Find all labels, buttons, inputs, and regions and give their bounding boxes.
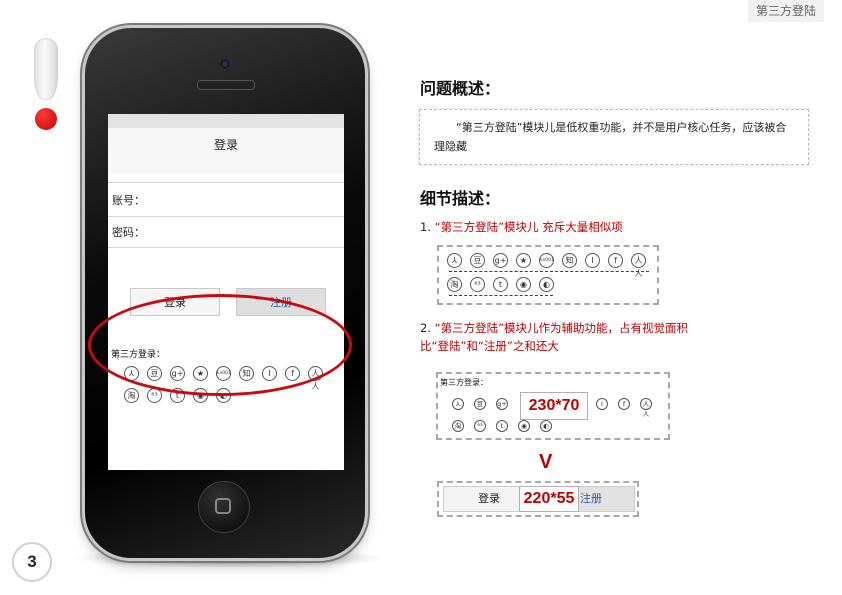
renren-icon[interactable]: 人人	[631, 253, 646, 278]
item-2-text-2: 比“登陆”和“注册”之和还大	[420, 339, 559, 353]
detail-item-1: 1. “第三方登陆”模块儿 充斥大量相似项	[420, 218, 623, 236]
phone-screen: 登录 账号： 密码： 登录 注册 第三方登录： ⅄ 豆 g+ ★ kx001 知 If 人人淘…	[108, 114, 344, 470]
password-field[interactable]: 密码：	[108, 216, 344, 248]
zhihu-icon[interactable]: 知	[562, 253, 577, 268]
tumblr-icon[interactable]: t	[493, 277, 508, 292]
facebook-icon[interactable]: f	[608, 253, 623, 268]
page-number: 3	[12, 542, 52, 582]
screen-title: 登录	[108, 114, 344, 174]
renren-icon[interactable]: 人人	[640, 398, 652, 418]
netease-icon[interactable]: ⁶³	[470, 277, 485, 292]
dimension-230x70: 230*70	[520, 392, 588, 420]
tumblr-icon[interactable]: t	[496, 420, 508, 432]
facebook-icon[interactable]: f	[618, 398, 630, 410]
detail-item-2: 2. “第三方登陆”模块儿作为辅助功能，占有视觉面积 比“登陆”和“注册”之和还…	[420, 319, 688, 355]
speaker-grille	[197, 80, 255, 90]
taobao-icon[interactable]: 淘	[124, 388, 139, 403]
example-box-3: 登录 注册 220*55	[437, 481, 639, 517]
problem-description: “第三方登陆”模块儿是低权重功能，并不是用户核心任务，应该被合理隐藏	[419, 109, 809, 165]
taobao-icon[interactable]: 淘	[447, 277, 462, 292]
item-1-number: 1.	[420, 220, 431, 234]
google-plus-icon[interactable]: g+	[493, 253, 508, 268]
item-2-number: 2.	[420, 321, 431, 335]
star-icon[interactable]: ★	[516, 253, 531, 268]
weibo-icon[interactable]: ◉	[518, 420, 530, 432]
exclamation-icon	[34, 38, 58, 100]
kaixin-icon[interactable]: kx001	[539, 253, 554, 268]
box-2-label: 第三方登录：	[440, 378, 488, 387]
camera-icon	[219, 58, 231, 70]
item-1-text: “第三方登陆”模块儿 充斥大量相似项	[434, 220, 623, 234]
account-label: 账号：	[112, 194, 145, 207]
wechat-icon[interactable]: ◐	[539, 277, 554, 292]
flag-icon[interactable]: ⅄	[447, 253, 462, 268]
douban-icon[interactable]: 豆	[474, 398, 486, 410]
down-arrow-icon: V	[539, 451, 553, 473]
example-box-2: 第三方登录： ⅄ 豆 g+ If 人人淘 ⁶³ t ◉ ◐ 230*70	[436, 372, 670, 440]
home-button[interactable]	[199, 482, 249, 532]
netease-icon[interactable]: ⁶³	[474, 420, 486, 432]
info-icon[interactable]: I	[596, 398, 608, 410]
info-icon[interactable]: I	[585, 253, 600, 268]
account-field[interactable]: 账号：	[108, 182, 344, 218]
similar-underline-2	[449, 295, 553, 296]
detail-heading: 细节描述：	[420, 189, 501, 208]
google-plus-icon[interactable]: g+	[496, 398, 508, 410]
similar-underline-1	[449, 271, 649, 272]
flag-icon[interactable]: ⅄	[452, 398, 464, 410]
problem-heading: 问题概述：	[420, 79, 501, 98]
weibo-icon[interactable]: ◉	[516, 277, 531, 292]
highlight-ellipse	[88, 294, 352, 396]
wechat-icon[interactable]: ◐	[540, 420, 552, 432]
taobao-icon[interactable]: 淘	[452, 420, 464, 432]
douban-icon[interactable]: 豆	[470, 253, 485, 268]
item-2-text-1: “第三方登陆”模块儿作为辅助功能，占有视觉面积	[434, 321, 689, 335]
dimension-220x55: 220*55	[519, 486, 579, 512]
page-tag: 第三方登陆	[748, 0, 824, 22]
example-box-1: ⅄ 豆 g+ ★ kx001 知 If 人人淘 ⁶³ t ◉ ◐	[437, 245, 659, 305]
exclamation-dot	[35, 108, 57, 130]
password-label: 密码：	[112, 226, 145, 239]
phone-mockup: 登录 账号： 密码： 登录 注册 第三方登录： ⅄ 豆 g+ ★ kx001 知 If 人人淘…	[85, 28, 365, 558]
